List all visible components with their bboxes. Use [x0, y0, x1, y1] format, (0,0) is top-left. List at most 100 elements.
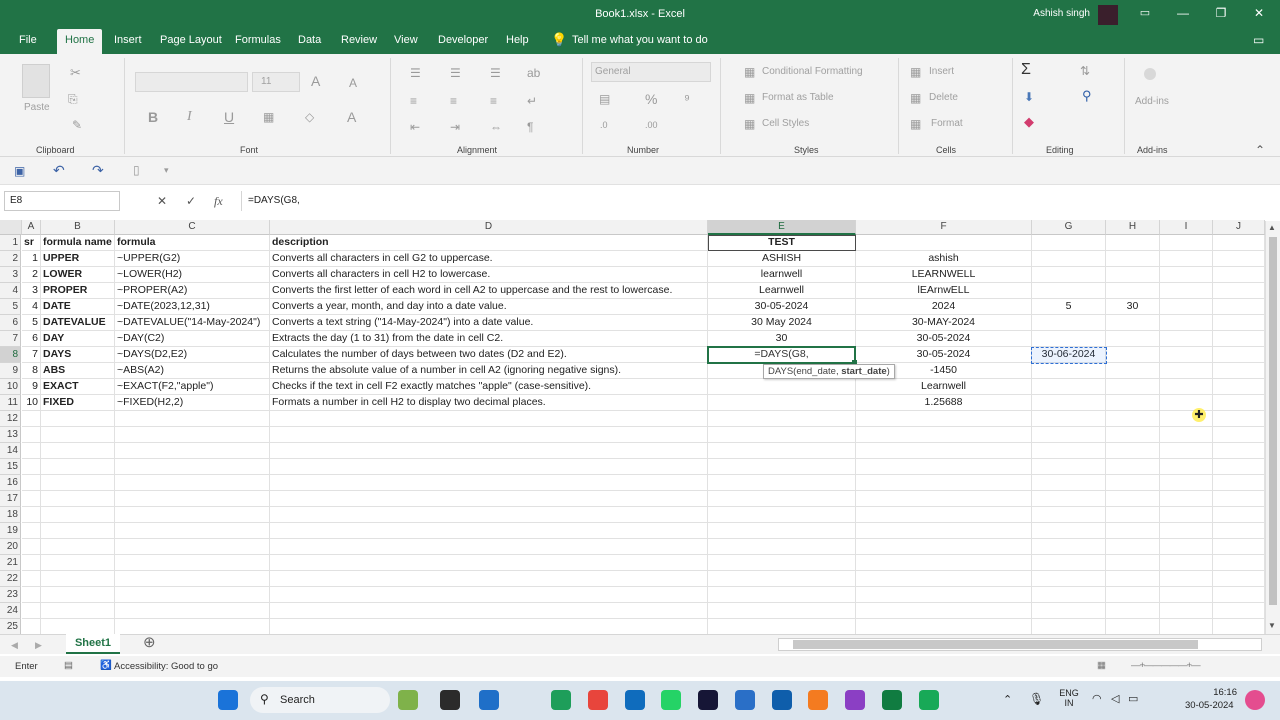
cell[interactable] [115, 571, 270, 587]
column-header-D[interactable]: D [270, 220, 708, 235]
cell[interactable]: Learnwell [708, 283, 856, 299]
row-header[interactable]: 18 [0, 507, 21, 523]
column-header-J[interactable]: J [1213, 220, 1265, 235]
text-direction-icon[interactable]: ¶ [527, 120, 533, 134]
autosum-icon[interactable]: Σ [1021, 62, 1031, 78]
cell[interactable] [1213, 331, 1265, 347]
cell[interactable] [708, 555, 856, 571]
conditional-formatting-button[interactable]: Conditional Formatting [762, 66, 863, 77]
cell[interactable] [1213, 491, 1265, 507]
cell[interactable]: ~ABS(A2) [115, 363, 270, 379]
cut-icon[interactable]: ✂ [70, 66, 81, 80]
header-cell[interactable] [1032, 235, 1106, 251]
cell-styles-button[interactable]: Cell Styles [762, 118, 809, 129]
cell[interactable] [1106, 283, 1160, 299]
cell[interactable]: 1 [22, 251, 41, 267]
cell[interactable] [856, 587, 1032, 603]
cell[interactable] [856, 427, 1032, 443]
cell[interactable] [1106, 523, 1160, 539]
task-view-icon[interactable] [440, 690, 460, 710]
cell[interactable] [22, 411, 41, 427]
widgets-icon[interactable] [398, 690, 418, 710]
increase-font-icon[interactable]: A [311, 74, 320, 88]
cell[interactable] [41, 411, 115, 427]
cell[interactable]: 5 [22, 315, 41, 331]
cell[interactable]: ABS [41, 363, 115, 379]
user-name[interactable]: Ashish singh [1033, 8, 1090, 19]
cell[interactable] [1032, 379, 1106, 395]
cell[interactable] [41, 523, 115, 539]
row-header[interactable]: 20 [0, 539, 21, 555]
cell[interactable] [115, 411, 270, 427]
increase-indent-icon[interactable]: ⇥ [450, 120, 460, 134]
row-header[interactable]: 16 [0, 475, 21, 491]
format-painter-icon[interactable]: ✎ [72, 118, 82, 132]
scroll-sheets-right-icon[interactable]: ▶ [35, 638, 42, 652]
addins-button[interactable]: Add-ins [1135, 96, 1169, 107]
row-header[interactable]: 24 [0, 603, 21, 619]
cell[interactable] [1106, 411, 1160, 427]
cell[interactable] [115, 427, 270, 443]
cell[interactable] [708, 475, 856, 491]
cell[interactable] [1213, 315, 1265, 331]
cell[interactable] [1213, 299, 1265, 315]
undo-icon[interactable]: ↶ [53, 163, 65, 177]
cell[interactable]: DAY [41, 331, 115, 347]
cell[interactable] [41, 539, 115, 555]
cell[interactable] [1213, 427, 1265, 443]
cell[interactable] [1106, 507, 1160, 523]
cell[interactable] [1032, 315, 1106, 331]
cell[interactable] [708, 619, 856, 635]
cell[interactable]: ~DATEVALUE("14-May-2024") [115, 315, 270, 331]
sheet-tab-sheet1[interactable]: Sheet1 [66, 634, 120, 654]
percent-icon[interactable]: % [645, 92, 657, 106]
font-name-combo[interactable] [135, 72, 248, 92]
row-header[interactable]: 10 [0, 379, 21, 395]
cell[interactable] [1032, 491, 1106, 507]
tab-developer[interactable]: Developer [438, 34, 488, 46]
cell[interactable] [1032, 507, 1106, 523]
cell[interactable]: FIXED [41, 395, 115, 411]
cell[interactable] [1032, 331, 1106, 347]
app-icon-4[interactable] [772, 690, 792, 710]
battery-icon[interactable]: ▭ [1128, 692, 1138, 705]
cell[interactable] [708, 571, 856, 587]
cell[interactable] [708, 507, 856, 523]
cell[interactable] [1213, 459, 1265, 475]
comments-icon[interactable]: ▭ [1253, 33, 1264, 47]
cell[interactable] [22, 587, 41, 603]
cell[interactable]: ~UPPER(G2) [115, 251, 270, 267]
cell[interactable] [1106, 347, 1160, 363]
row-header[interactable]: 3 [0, 267, 21, 283]
cell[interactable] [1160, 507, 1213, 523]
cell[interactable] [1160, 491, 1213, 507]
cell[interactable]: DAYS [41, 347, 115, 363]
cell[interactable] [1032, 427, 1106, 443]
edge-icon[interactable] [551, 690, 571, 710]
confirm-entry-icon[interactable]: ✓ [186, 194, 196, 208]
cell[interactable] [1106, 459, 1160, 475]
cell[interactable]: 30-MAY-2024 [856, 315, 1032, 331]
borders-icon[interactable]: ▦ [263, 110, 274, 124]
cell[interactable] [856, 443, 1032, 459]
scroll-up-icon[interactable]: ▲ [1268, 223, 1276, 232]
row-header[interactable]: 9 [0, 363, 21, 379]
cell[interactable] [1106, 395, 1160, 411]
cell[interactable]: 30 [708, 331, 856, 347]
format-as-table-button[interactable]: Format as Table [762, 92, 834, 103]
cell[interactable]: Learnwell [856, 379, 1032, 395]
minimize-icon[interactable]: — [1176, 6, 1190, 20]
cell[interactable] [1213, 267, 1265, 283]
cell[interactable] [856, 491, 1032, 507]
comma-icon[interactable]: ⁹ [684, 92, 690, 106]
cell[interactable] [1160, 283, 1213, 299]
chrome-icon[interactable] [588, 690, 608, 710]
cell[interactable] [270, 603, 708, 619]
row-header[interactable]: 15 [0, 459, 21, 475]
cell[interactable]: ~LOWER(H2) [115, 267, 270, 283]
cell[interactable] [1106, 379, 1160, 395]
insert-cells-button[interactable]: Insert [929, 66, 954, 77]
cell[interactable] [115, 459, 270, 475]
cell[interactable] [1213, 507, 1265, 523]
scroll-down-icon[interactable]: ▼ [1268, 621, 1276, 630]
